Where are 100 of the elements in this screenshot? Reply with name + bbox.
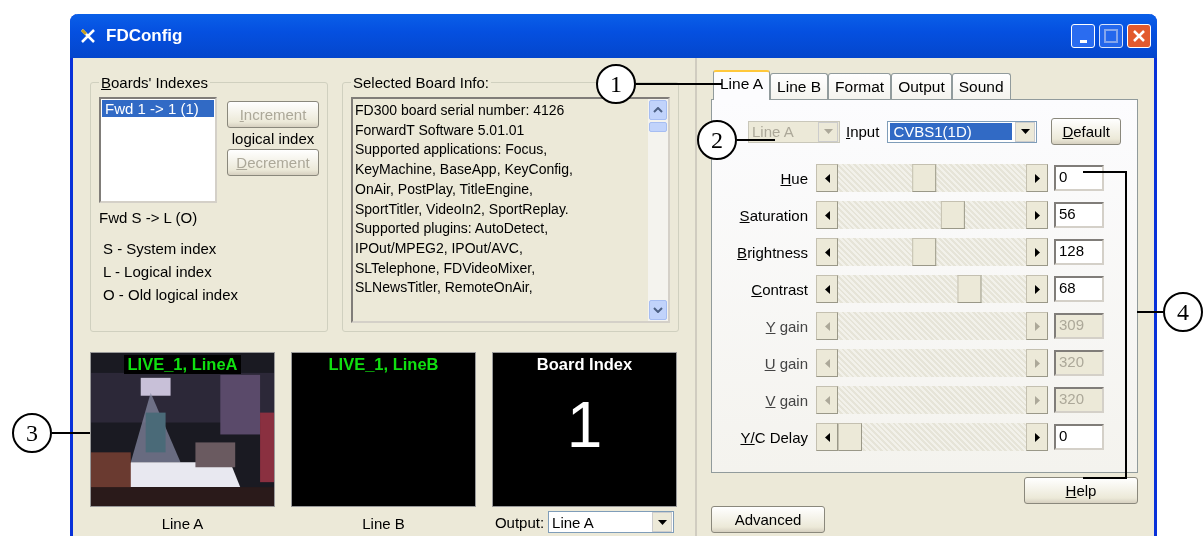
- value-field[interactable]: 0: [1054, 165, 1104, 191]
- leader-line: [1137, 311, 1163, 313]
- scroll-right-button[interactable]: [1026, 201, 1048, 229]
- tab[interactable]: Sound: [951, 73, 1011, 99]
- preview-title: LIVE_1, LineA: [124, 355, 241, 374]
- help-button[interactable]: Help: [1024, 477, 1138, 504]
- value-field[interactable]: 56: [1054, 202, 1104, 228]
- info-line: OnAir, PostPlay, TitleEngine,: [355, 179, 534, 199]
- info-line: KeyMachine, BaseApp, KeyConfig,: [355, 160, 574, 180]
- group-title: Selected Board Info:: [352, 74, 490, 91]
- slider-label: Hue: [779, 169, 809, 187]
- scroll-right-button[interactable]: [1026, 164, 1048, 192]
- right-arrow-icon: [1034, 358, 1040, 368]
- right-arrow-icon: [1034, 173, 1040, 183]
- tab[interactable]: Line B: [770, 73, 829, 99]
- input-dropdown[interactable]: CVBS1(1D): [887, 120, 1038, 143]
- chevron-up-icon: [653, 107, 663, 113]
- left-arrow-icon: [824, 173, 830, 183]
- scrollbar[interactable]: [648, 99, 668, 321]
- scroll-left-button[interactable]: [816, 423, 838, 451]
- dropdown-arrow-icon: [1020, 129, 1030, 134]
- tab[interactable]: Output: [891, 73, 952, 99]
- info-line: FD300 board serial number: 4126: [355, 101, 566, 120]
- info-line: Supported plugins: AutoDetect,: [355, 219, 550, 239]
- left-arrow-icon: [824, 432, 830, 442]
- tab[interactable]: Line A: [713, 70, 771, 100]
- maximize-button[interactable]: [1099, 24, 1123, 48]
- slider-label: Y/C Delay: [739, 428, 809, 446]
- scroll-right-button[interactable]: [1026, 275, 1048, 303]
- window-title: FDConfig: [106, 26, 183, 46]
- left-arrow-icon: [824, 284, 830, 294]
- scroll-up-button[interactable]: [649, 100, 667, 120]
- mapping-label: Fwd S -> L (O): [99, 209, 199, 226]
- value-field[interactable]: 128: [1054, 239, 1104, 265]
- info-line: ForwardT Software 5.01.01: [355, 120, 526, 140]
- dropdown-arrow-icon: [823, 129, 833, 134]
- legend-text: S - System index: [103, 240, 218, 257]
- info-line: SportTitler, VideoIn2, SportReplay.: [355, 199, 570, 219]
- dropdown-arrow-icon: [657, 519, 667, 525]
- scroll-right-button[interactable]: [1026, 238, 1048, 266]
- left-arrow-icon: [824, 395, 830, 405]
- slider-thumb[interactable]: [911, 238, 936, 266]
- info-line: IPOut/MPEG2, IPOut/AVC,: [355, 238, 524, 258]
- slider-label: U gain: [763, 354, 809, 372]
- scroll-left-button[interactable]: [816, 238, 838, 266]
- scroll-right-button[interactable]: [1026, 423, 1048, 451]
- right-arrow-icon: [1034, 321, 1040, 331]
- left-arrow-icon: [824, 247, 830, 257]
- value-field[interactable]: 0: [1054, 424, 1104, 450]
- scroll-left-button[interactable]: [816, 201, 838, 229]
- right-arrow-icon: [1034, 247, 1040, 257]
- slider-label: V gain: [764, 391, 809, 409]
- output-label: Output:: [494, 513, 545, 531]
- close-icon: [1132, 29, 1146, 43]
- leader-line: [737, 139, 775, 141]
- slider-label: Brightness: [736, 243, 809, 261]
- preview-caption: Line A: [161, 515, 204, 532]
- group-title: Boards' Indexes: [100, 74, 210, 91]
- advanced-button[interactable]: Advanced: [711, 506, 825, 533]
- legend-text: L - Logical index: [103, 263, 213, 280]
- scroll-down-button[interactable]: [649, 300, 667, 320]
- right-arrow-icon: [1034, 395, 1040, 405]
- right-arrow-icon: [1034, 284, 1040, 294]
- logical-index-label: logical index: [231, 130, 315, 147]
- chevron-down-icon: [653, 307, 663, 313]
- callout-marker: 3: [12, 413, 52, 453]
- tools-icon: [80, 28, 96, 44]
- close-button[interactable]: [1127, 24, 1151, 48]
- default-button[interactable]: Default: [1051, 118, 1121, 145]
- output-dropdown[interactable]: Line A: [548, 511, 675, 533]
- board-list[interactable]: Fwd 1 -> 1 (1): [99, 97, 217, 203]
- scroll-thumb[interactable]: [649, 122, 667, 132]
- slider-thumb[interactable]: [911, 164, 936, 192]
- scroll-left-button[interactable]: [816, 164, 838, 192]
- info-line: Supported applications: Focus,: [355, 140, 549, 160]
- board-index-value: 1: [566, 388, 603, 462]
- legend-text: O - Old logical index: [103, 286, 240, 303]
- value-field[interactable]: 68: [1054, 276, 1104, 302]
- minimize-button[interactable]: [1071, 24, 1095, 48]
- info-line: SLTelephone, FDVideoMixer,: [355, 258, 537, 278]
- preview-caption: Line B: [362, 515, 405, 532]
- right-arrow-icon: [1034, 432, 1040, 442]
- minimize-icon: [1079, 39, 1087, 43]
- maximize-icon: [1104, 29, 1118, 43]
- callout-marker: 4: [1163, 292, 1203, 332]
- left-arrow-icon: [824, 321, 830, 331]
- right-arrow-icon: [1034, 210, 1040, 220]
- left-arrow-icon: [824, 210, 830, 220]
- left-arrow-icon: [824, 358, 830, 368]
- slider-thumb[interactable]: [941, 201, 966, 229]
- slider-thumb[interactable]: [957, 275, 982, 303]
- slider-thumb[interactable]: [838, 423, 862, 451]
- scroll-left-button[interactable]: [816, 275, 838, 303]
- input-label: Input: [846, 123, 880, 140]
- slider-label: Saturation: [738, 206, 809, 224]
- slider-label: Contrast: [750, 280, 809, 298]
- slider-label: Y gain: [764, 317, 809, 335]
- info-line: SLNewsTitler, RemoteOnAir,: [355, 278, 534, 298]
- board-list-item[interactable]: Fwd 1 -> 1 (1): [102, 100, 214, 117]
- tab[interactable]: Format: [828, 73, 892, 99]
